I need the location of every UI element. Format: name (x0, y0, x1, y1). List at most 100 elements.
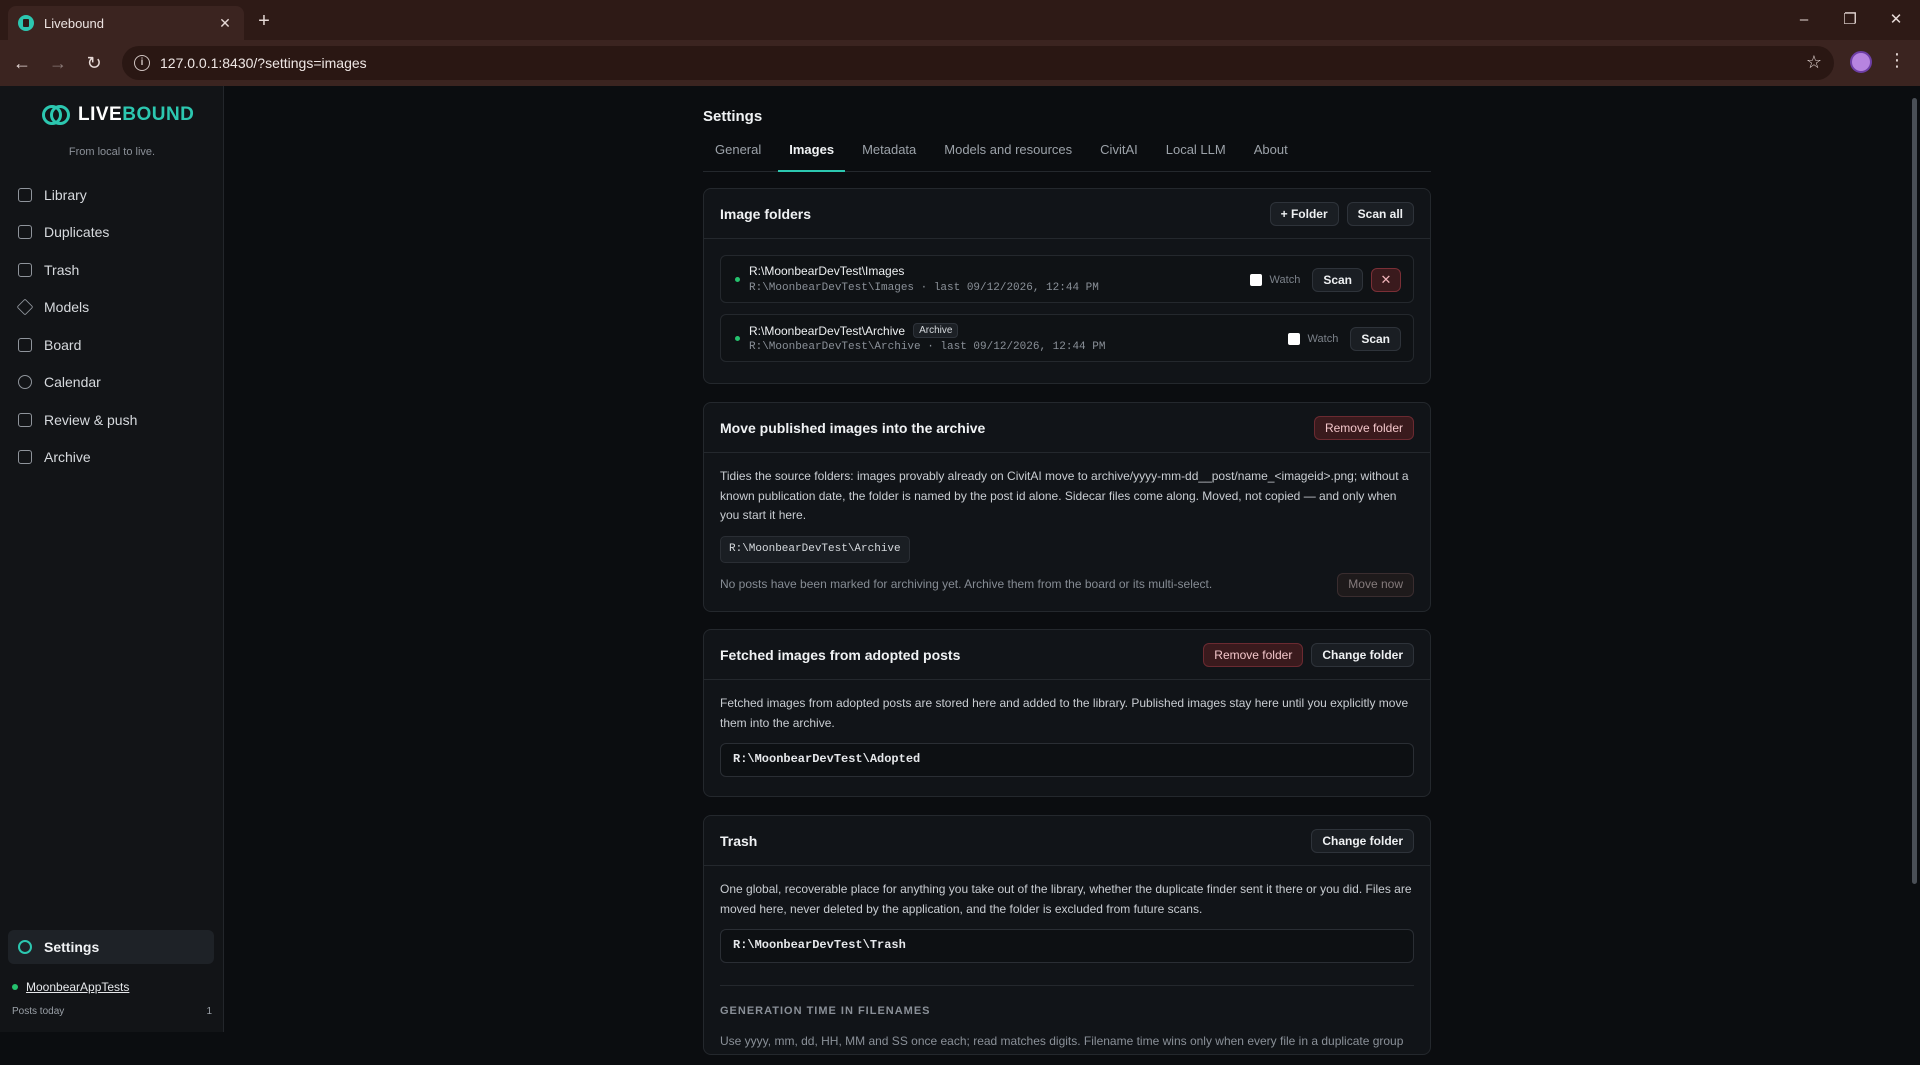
folder-status-dot (735, 336, 740, 341)
change-folder-button[interactable]: Change folder (1311, 828, 1414, 853)
forward-icon[interactable]: → (46, 51, 70, 75)
sidebar: LIVEBOUND From local to live. Library Du… (0, 86, 224, 1032)
adopted-description: Fetched images from adopted posts are st… (720, 696, 1409, 730)
folder-meta: R:\MoonbearDevTest\Archive · last 09/12/… (749, 341, 1106, 353)
sidebar-item-review-push[interactable]: Review & push (8, 401, 216, 439)
review-icon (18, 412, 32, 427)
card-header: Image folders + Folder Scan all (704, 189, 1430, 239)
tab-general[interactable]: General (715, 138, 761, 172)
tab-title: Livebound (44, 15, 104, 31)
restore-icon[interactable]: ❐ (1830, 8, 1870, 32)
tab-civitai[interactable]: CivitAI (1100, 138, 1138, 172)
watch-label: Watch (1307, 333, 1339, 345)
archive-note: No posts have been marked for archiving … (720, 577, 1213, 592)
window-close-icon[interactable]: ✕ (1876, 8, 1916, 32)
adopted-path: R:\MoonbearDevTest\Adopted (720, 743, 1414, 777)
sidebar-item-library[interactable]: Library (8, 176, 216, 214)
reload-icon[interactable]: ↻ (82, 51, 106, 75)
minimize-icon[interactable]: – (1784, 8, 1824, 32)
tab-about[interactable]: About (1254, 138, 1288, 172)
browser-toolbar: ← → ↻ i 127.0.0.1:8430/?settings=images … (0, 40, 1920, 86)
tab-metadata[interactable]: Metadata (862, 138, 916, 172)
sidebar-item-archive[interactable]: Archive (8, 439, 216, 477)
models-icon (16, 298, 34, 316)
remove-folder-button[interactable]: Remove folder (1313, 415, 1414, 440)
close-tab-icon[interactable]: ✕ (216, 15, 234, 32)
tab-models-and-resources[interactable]: Models and resources (944, 138, 1072, 172)
archive-description: Tidies the source folders: images provab… (720, 469, 1409, 522)
sidebar-item-label: Duplicates (44, 224, 110, 241)
profile-avatar[interactable] (1850, 51, 1872, 73)
back-icon[interactable]: ← (10, 51, 34, 75)
address-bar[interactable]: i 127.0.0.1:8430/?settings=images ☆ (122, 46, 1834, 80)
scan-button[interactable]: Scan (1312, 268, 1363, 292)
tab-strip: Livebound ✕ + – ❐ ✕ (0, 0, 1920, 40)
archive-card: Move published images into the archive R… (703, 402, 1431, 612)
new-tab-icon[interactable]: + (252, 9, 276, 33)
sidebar-item-label: Settings (44, 939, 100, 955)
duplicates-icon (18, 225, 32, 240)
settings-main: Settings General Images Metadata Models … (703, 86, 1431, 1055)
livebound-logo: LIVEBOUND (42, 102, 194, 128)
card-header: Trash Change folder (704, 816, 1430, 866)
bookmark-star-icon[interactable]: ☆ (1806, 52, 1822, 73)
sidebar-item-board[interactable]: Board (8, 326, 216, 364)
logo-mark-icon (42, 102, 72, 128)
archive-icon (18, 450, 32, 465)
folder-meta: R:\MoonbearDevTest\Images · last 09/12/2… (749, 282, 1099, 294)
remove-folder-button[interactable]: Remove folder (1203, 642, 1304, 667)
account-link[interactable]: MoonbearAppTests (12, 980, 129, 994)
library-icon (18, 187, 32, 202)
change-folder-button[interactable]: Change folder (1311, 642, 1414, 667)
posts-today-row: Posts today 1 (12, 1006, 212, 1017)
sidebar-item-duplicates[interactable]: Duplicates (8, 214, 216, 252)
tagline: From local to live. (68, 146, 156, 158)
watch-checkbox[interactable] (1249, 274, 1262, 286)
site-info-icon[interactable]: i (134, 55, 150, 71)
online-status-dot (12, 984, 18, 990)
scan-button[interactable]: Scan (1350, 327, 1401, 351)
trash-path: R:\MoonbearDevTest\Trash (720, 929, 1414, 963)
sidebar-item-models[interactable]: Models (8, 289, 216, 327)
section-text: Use yyyy, mm, dd, HH, MM and SS once eac… (720, 1033, 1404, 1048)
sidebar-item-label: Board (44, 336, 82, 353)
sidebar-item-label: Calendar (44, 374, 101, 391)
folder-row: R:\MoonbearDevTest\Archive Archive R:\Moo… (720, 314, 1414, 362)
scrollbar-thumb[interactable] (1912, 98, 1917, 884)
trash-card: Trash Change folder One global, recovera… (703, 815, 1431, 1055)
tab-local-llm[interactable]: Local LLM (1166, 138, 1226, 172)
card-title: Trash (720, 832, 758, 849)
browser-chrome: Livebound ✕ + – ❐ ✕ ← → ↻ i 127.0.0.1:84… (0, 0, 1920, 86)
remove-folder-icon[interactable]: ✕ (1371, 268, 1401, 292)
logo-text-suffix: BOUND (122, 104, 195, 125)
tab-images[interactable]: Images (778, 138, 846, 172)
card-header: Fetched images from adopted posts Remove… (704, 630, 1430, 680)
browser-menu-icon[interactable]: ⋮ (1888, 50, 1906, 71)
add-folder-button[interactable]: + Folder (1269, 201, 1339, 226)
scan-all-button[interactable]: Scan all (1346, 201, 1414, 226)
posts-today-count: 1 (206, 1006, 212, 1017)
board-icon (18, 337, 32, 352)
card-body: One global, recoverable place for anythi… (704, 866, 1430, 1065)
image-folders-card: Image folders + Folder Scan all R:\Moonb… (703, 188, 1431, 384)
sidebar-item-label: Models (44, 299, 90, 316)
folder-path: R:\MoonbearDevTest\Archive (749, 323, 906, 338)
browser-tab[interactable]: Livebound ✕ (8, 6, 244, 40)
folder-actions: Watch Scan ✕ (1249, 268, 1401, 292)
settings-icon (18, 940, 32, 954)
page-title: Settings (703, 108, 763, 125)
folder-name: R:\MoonbearDevTest\Images (749, 264, 904, 278)
watch-checkbox[interactable] (1287, 333, 1300, 345)
sidebar-item-trash[interactable]: Trash (8, 251, 216, 289)
logo-text-prefix: LIVE (78, 104, 123, 125)
archive-badge: Archive (913, 323, 959, 338)
sidebar-item-settings[interactable]: Settings (8, 930, 214, 964)
archive-note-row: No posts have been marked for archiving … (720, 573, 1414, 597)
folder-actions: Watch Scan (1287, 327, 1401, 351)
card-title: Fetched images from adopted posts (720, 646, 961, 663)
section-caption: GENERATION TIME IN FILENAMES (720, 985, 1414, 1022)
move-now-button[interactable]: Move now (1337, 573, 1414, 597)
folder-name: R:\MoonbearDevTest\Archive Archive (749, 323, 959, 338)
scrollbar[interactable] (1910, 86, 1920, 1032)
sidebar-item-calendar[interactable]: Calendar (8, 364, 216, 402)
